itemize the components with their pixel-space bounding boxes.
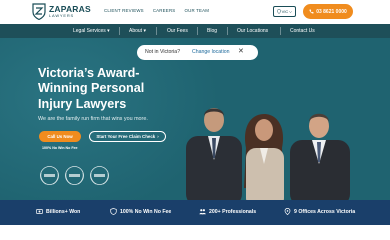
top-header: ZAPARAS LAWYERS CLIENT REVIEWS CAREERS O… bbox=[0, 0, 390, 24]
phone-button[interactable]: 03 8621 0000 bbox=[303, 4, 353, 19]
team-photo bbox=[186, 108, 350, 200]
person-right bbox=[290, 113, 350, 200]
hero-headline: Victoria’s Award- Winning Personal Injur… bbox=[38, 66, 198, 112]
stat-billions-won: Billions+ Won bbox=[36, 208, 80, 215]
award-badge-icon bbox=[88, 164, 111, 187]
free-claim-check-button[interactable]: Start Your Free Claim Check › bbox=[89, 131, 166, 142]
nav-about-label: About bbox=[129, 27, 143, 34]
people-icon bbox=[199, 209, 206, 215]
chevron-down-icon bbox=[289, 10, 293, 13]
nav-our-locations[interactable]: Our Locations bbox=[237, 28, 268, 34]
nav-contact-us[interactable]: Contact Us bbox=[290, 28, 315, 34]
stat-label: Billions+ Won bbox=[46, 208, 81, 215]
nav-our-fees[interactable]: Our Fees bbox=[167, 28, 188, 34]
nav-divider bbox=[227, 27, 228, 35]
headline-line-3: Injury Lawyers bbox=[38, 96, 127, 111]
brand-name: ZAPARAS bbox=[49, 3, 91, 14]
nav-divider bbox=[119, 27, 120, 35]
popup-question: Not in Victoria? bbox=[145, 49, 181, 55]
nav-legal-services[interactable]: Legal Services ▾ bbox=[73, 28, 110, 34]
stat-label: 100% No Win No Fee bbox=[120, 208, 172, 215]
map-pin-icon bbox=[284, 208, 291, 215]
stat-no-win-no-fee: 100% No Win No Fee bbox=[110, 208, 171, 215]
phone-number: 03 8621 0000 bbox=[316, 8, 347, 15]
headline-line-1: Victoria’s Award- bbox=[38, 66, 140, 80]
shield-check-icon bbox=[110, 208, 117, 215]
call-us-button[interactable]: Call Us Now bbox=[39, 131, 81, 142]
person-middle bbox=[244, 114, 284, 200]
nav-divider bbox=[197, 27, 198, 35]
phone-icon bbox=[309, 9, 314, 14]
brand-sub: LAWYERS bbox=[49, 13, 75, 19]
stat-label: 200+ Professionals bbox=[209, 208, 257, 215]
hero-subline: We are the family run firm that wins you… bbox=[38, 116, 148, 122]
money-icon bbox=[36, 209, 43, 214]
shield-logo-icon bbox=[32, 3, 46, 20]
map-pin-icon bbox=[276, 9, 281, 14]
link-careers[interactable]: CAREERS bbox=[153, 8, 176, 13]
close-icon[interactable]: ✕ bbox=[238, 48, 244, 55]
hero-section: Not in Victoria? Change location ✕ Victo… bbox=[0, 38, 390, 200]
link-client-reviews[interactable]: CLIENT REVIEWS bbox=[104, 8, 144, 13]
headline-line-2: Winning Personal bbox=[38, 81, 145, 96]
location-popup: Not in Victoria? Change location ✕ bbox=[137, 45, 258, 60]
main-nav: Legal Services ▾ About ▾ Our Fees Blog O… bbox=[0, 24, 390, 38]
stats-bar: Billions+ Won 100% No Win No Fee 200+ Pr… bbox=[0, 200, 390, 225]
brand-logo[interactable]: ZAPARAS LAWYERS bbox=[32, 3, 91, 20]
chevron-right-icon: › bbox=[157, 134, 159, 139]
link-our-team[interactable]: OUR TEAM bbox=[184, 8, 209, 13]
location-selector[interactable]: VIC bbox=[273, 6, 296, 17]
location-label: VIC bbox=[281, 9, 289, 14]
nav-divider bbox=[280, 27, 281, 35]
no-win-no-fee-note: 100% No Win No Fee bbox=[42, 146, 78, 150]
award-badges bbox=[38, 164, 111, 187]
nav-blog[interactable]: Blog bbox=[207, 28, 217, 34]
nav-divider bbox=[156, 27, 157, 35]
nav-about[interactable]: About ▾ bbox=[129, 28, 146, 34]
change-location-link[interactable]: Change location bbox=[192, 49, 230, 55]
stat-professionals: 200+ Professionals bbox=[199, 208, 256, 215]
free-claim-check-label: Start Your Free Claim Check bbox=[96, 134, 156, 139]
award-badge-icon bbox=[63, 164, 86, 187]
stat-offices: 9 Offices Across Victoria bbox=[284, 208, 355, 215]
below-fold-area bbox=[0, 225, 390, 240]
award-badge-icon bbox=[38, 164, 61, 187]
nav-legal-services-label: Legal Services bbox=[73, 27, 106, 34]
stat-label: 9 Offices Across Victoria bbox=[294, 208, 356, 215]
person-left bbox=[186, 108, 242, 200]
